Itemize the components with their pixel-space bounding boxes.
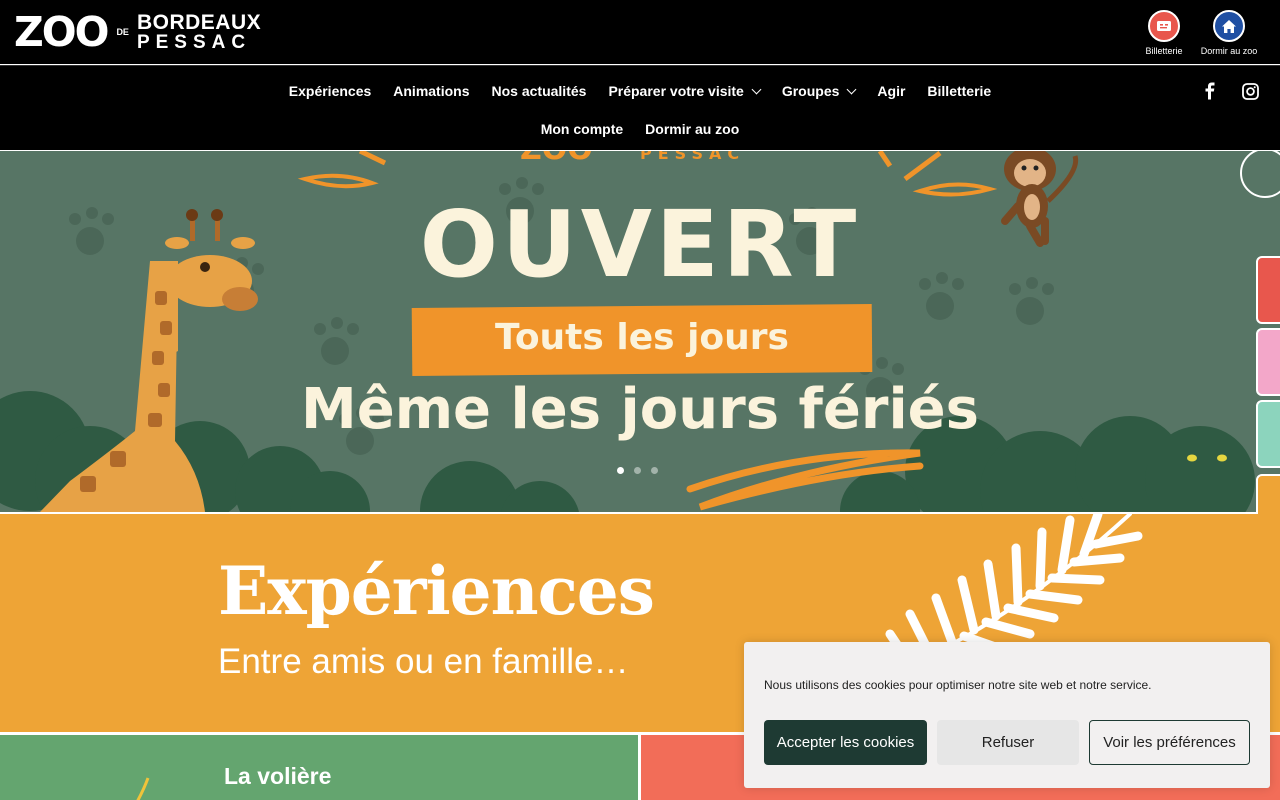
- side-tab-1[interactable]: [1256, 256, 1280, 324]
- nav-item-dormir-au-zoo[interactable]: Dormir au zoo: [645, 121, 739, 137]
- nav-label: Préparer votre visite: [608, 83, 744, 99]
- experiences-subtitle: Entre amis ou en famille…: [218, 642, 629, 681]
- nav-label: Groupes: [781, 83, 840, 99]
- nav-item-groupes[interactable]: Groupes: [781, 83, 857, 99]
- nav-label: Agir: [877, 83, 906, 99]
- nav-item-preparer-visite[interactable]: Préparer votre visite: [608, 83, 762, 99]
- slider-dot-3[interactable]: [651, 467, 658, 474]
- chevron-down-icon: [751, 84, 762, 94]
- nav-item-experiences[interactable]: Expériences: [289, 83, 372, 99]
- slider-dot-1[interactable]: [617, 467, 624, 474]
- svg-text:PESSAC: PESSAC: [640, 151, 745, 163]
- hero-band-text: Touts les jours: [495, 317, 789, 358]
- chevron-down-icon: [846, 84, 857, 94]
- cookie-preferences-button[interactable]: Voir les préférences: [1089, 720, 1250, 765]
- branch-icon: [136, 777, 150, 800]
- billetterie-label: Billetterie: [1145, 46, 1183, 56]
- zoo-logo[interactable]: ZOO DE BORDEAUX PESSAC: [14, 8, 261, 56]
- main-nav: Expériences Animations Nos actualités Pr…: [0, 65, 1280, 150]
- nav-item-mon-compte[interactable]: Mon compte: [541, 121, 623, 137]
- nav-label: Animations: [393, 83, 470, 99]
- card-voliere-title: La volière: [224, 763, 332, 789]
- nav-label: Dormir au zoo: [645, 121, 740, 137]
- nav-item-agir[interactable]: Agir: [877, 83, 905, 99]
- hero-subline: Même les jours fériés: [301, 377, 979, 442]
- home-icon: [1213, 10, 1245, 42]
- header-dormir-button[interactable]: Dormir au zoo: [1194, 10, 1264, 56]
- hero-headline: OUVERT: [419, 191, 861, 298]
- logo-zoo-text: ZOO: [14, 8, 109, 56]
- dormir-label: Dormir au zoo: [1200, 46, 1258, 56]
- nav-item-animations[interactable]: Animations: [393, 83, 469, 99]
- slider-dots: [617, 467, 658, 474]
- experiences-title: Expériences: [218, 552, 655, 630]
- nav-label: Nos actualités: [491, 83, 587, 99]
- logo-line2: PESSAC: [136, 32, 252, 53]
- cookie-banner: Nous utilisons des cookies pour optimise…: [744, 642, 1270, 788]
- ticket-icon: [1148, 10, 1180, 42]
- accept-cookies-button[interactable]: Accepter les cookies: [764, 720, 927, 765]
- slider-dot-2[interactable]: [634, 467, 641, 474]
- nav-label: Mon compte: [540, 121, 624, 137]
- logo-de-text: DE: [116, 27, 129, 37]
- header-billetterie-button[interactable]: Billetterie: [1129, 10, 1199, 56]
- nav-label: Billetterie: [927, 83, 992, 99]
- hero-slider[interactable]: ZOO PESSAC OUVERT Touts les jours Même l…: [0, 151, 1280, 512]
- logo-city: BORDEAUX PESSAC: [137, 12, 261, 52]
- facebook-icon[interactable]: [1199, 80, 1221, 102]
- cookie-message: Nous utilisons des cookies pour optimise…: [764, 678, 1152, 692]
- nav-row-primary: Expériences Animations Nos actualités Pr…: [0, 83, 1280, 99]
- top-header: ZOO DE BORDEAUX PESSAC Billetterie Dormi…: [0, 0, 1280, 64]
- card-voliere[interactable]: La volière: [0, 735, 638, 800]
- nav-label: Expériences: [288, 83, 372, 99]
- logo-line1: BORDEAUX: [136, 11, 262, 34]
- nav-item-billetterie[interactable]: Billetterie: [927, 83, 991, 99]
- svg-text:ZOO: ZOO: [520, 151, 593, 167]
- instagram-icon[interactable]: [1239, 80, 1261, 102]
- nav-item-actualites[interactable]: Nos actualités: [492, 83, 587, 99]
- side-tab-3[interactable]: [1256, 400, 1280, 468]
- side-tab-2[interactable]: [1256, 328, 1280, 396]
- nav-row-secondary: Mon compte Dormir au zoo: [0, 121, 1280, 137]
- refuse-cookies-button[interactable]: Refuser: [937, 720, 1079, 765]
